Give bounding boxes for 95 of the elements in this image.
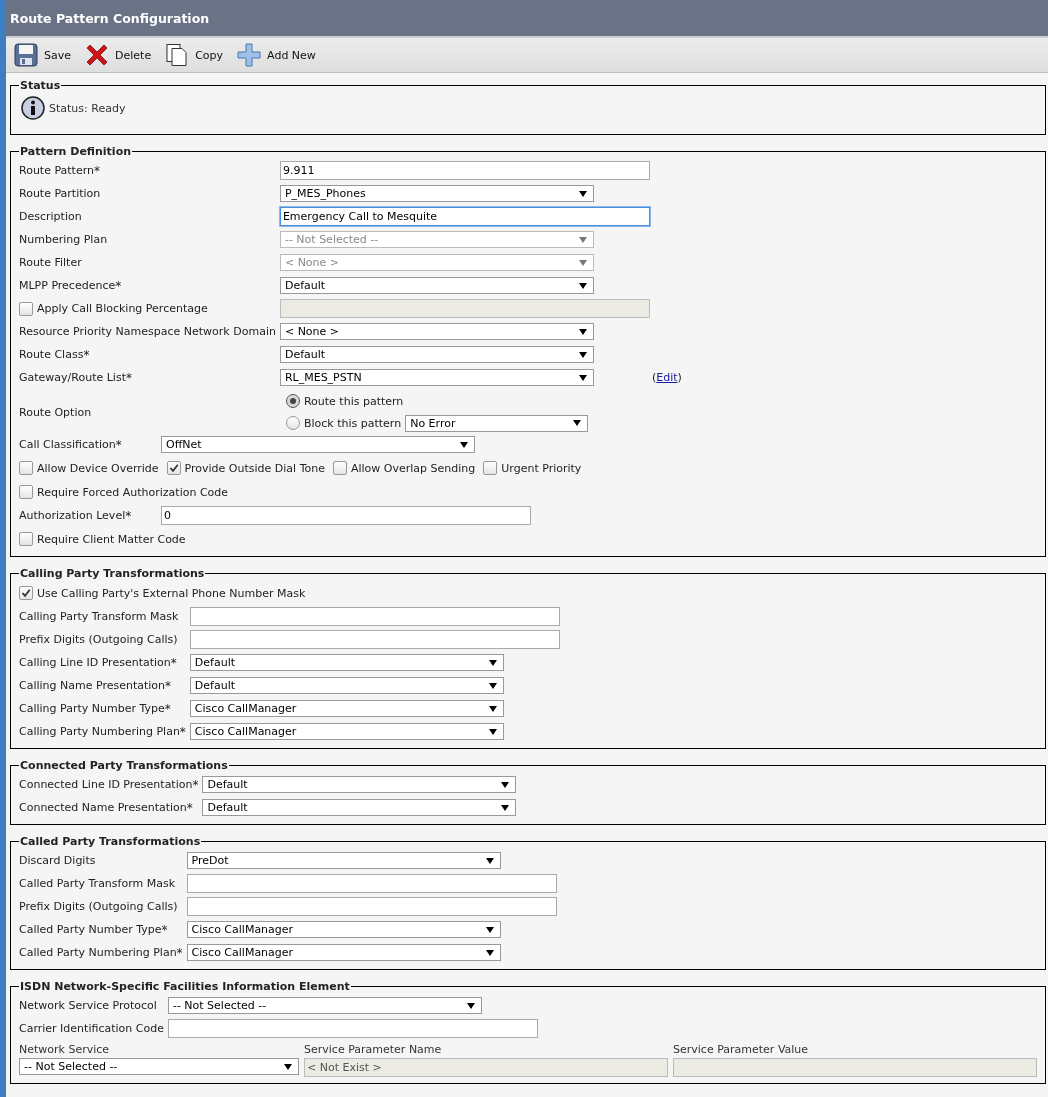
- caret-icon: [578, 282, 587, 289]
- checkbox[interactable]: Require Client Matter Code: [19, 532, 186, 546]
- field-label: Route Filter: [19, 255, 83, 271]
- save-button[interactable]: Save: [12, 41, 73, 69]
- info-icon: [21, 96, 45, 120]
- radio-button[interactable]: [285, 416, 300, 430]
- input-field[interactable]: 0: [161, 506, 531, 525]
- dropdown[interactable]: OffNet: [161, 436, 475, 453]
- dropdown[interactable]: Cisco CallManager: [186, 944, 501, 961]
- paren-text: ): [677, 371, 682, 384]
- caret-icon: [485, 926, 494, 933]
- field-label: Discard Digits: [19, 853, 97, 869]
- section-title: Connected Party Transformations: [19, 759, 229, 772]
- input-field[interactable]: [186, 897, 557, 916]
- field-label: Description: [19, 209, 83, 225]
- input-field[interactable]: Emergency Call to Mesquite: [279, 207, 650, 226]
- caret-icon: [485, 857, 494, 864]
- delete-button[interactable]: Delete: [83, 41, 154, 69]
- edit-link[interactable]: Edit: [656, 371, 678, 384]
- input-field[interactable]: [167, 1019, 538, 1038]
- caret-icon: [578, 259, 587, 266]
- dropdown[interactable]: Cisco CallManager: [189, 700, 504, 717]
- checkbox[interactable]: Allow Overlap Sending: [332, 461, 476, 475]
- section-title: Calling Party Transformations: [19, 567, 206, 580]
- field-label: Route Partition: [19, 186, 102, 202]
- caret-icon: [488, 705, 497, 712]
- section-title: Called Party Transformations: [19, 835, 202, 848]
- dropdown[interactable]: PreDot: [186, 852, 501, 869]
- dropdown[interactable]: No Error: [405, 414, 589, 432]
- copy-pages-icon: [165, 43, 190, 67]
- field-label: Network Service Protocol: [19, 998, 158, 1014]
- field-label: Prefix Digits (Outgoing Calls): [19, 899, 179, 915]
- checkbox[interactable]: Allow Device Override: [19, 461, 159, 475]
- radio-label: Block this pattern: [303, 416, 402, 430]
- radio-button[interactable]: [285, 394, 300, 408]
- checkbox[interactable]: Apply Call Blocking Percentage: [19, 298, 276, 319]
- field-label: Resource Priority Namespace Network Domain: [19, 324, 276, 340]
- plus-icon: [237, 43, 262, 67]
- dropdown[interactable]: Default: [279, 277, 594, 294]
- dropdown[interactable]: Default: [202, 776, 517, 793]
- dropdown[interactable]: Default: [279, 346, 594, 363]
- caret-icon: [284, 1063, 292, 1070]
- input-field[interactable]: 9.911: [279, 161, 650, 180]
- section-title: ISDN Network-Specific Facilities Information Element: [19, 980, 351, 993]
- checkmark-icon: [20, 587, 32, 599]
- dropdown[interactable]: P_MES_Phones: [279, 185, 594, 202]
- add-new-button[interactable]: Add New: [235, 41, 318, 69]
- dropdown[interactable]: Cisco CallManager: [189, 723, 504, 740]
- caret-icon: [578, 351, 587, 358]
- dropdown[interactable]: Default: [189, 654, 504, 671]
- dropdown[interactable]: -- Not Selected --: [19, 1058, 299, 1075]
- dropdown[interactable]: Cisco CallManager: [186, 921, 501, 938]
- section-title: Status: [19, 79, 62, 92]
- dropdown[interactable]: < None >: [279, 323, 594, 340]
- section-title: Pattern Definition: [19, 145, 132, 158]
- dropdown[interactable]: Default: [202, 799, 517, 816]
- column-header: Service Parameter Name: [304, 1043, 443, 1056]
- checkbox[interactable]: Require Forced Authorization Code: [19, 485, 229, 499]
- caret-icon: [578, 374, 587, 381]
- caret-icon: [578, 236, 587, 243]
- input-field[interactable]: [189, 607, 560, 626]
- field-label: Prefix Digits (Outgoing Calls): [19, 632, 179, 648]
- caret-icon: [466, 1002, 475, 1009]
- field-label: Calling Party Transform Mask: [19, 609, 180, 625]
- column-header: Network Service: [19, 1043, 111, 1056]
- caret-icon: [485, 949, 494, 956]
- column-header: Service Parameter Value: [673, 1043, 810, 1056]
- caret-icon: [578, 328, 587, 335]
- window-title: Route Pattern Configuration: [10, 10, 210, 26]
- dropdown[interactable]: RL_MES_PSTN: [279, 369, 594, 386]
- checkbox[interactable]: Provide Outside Dial Tone: [166, 461, 325, 475]
- field-label: Numbering Plan: [19, 232, 109, 248]
- dropdown[interactable]: Default: [189, 677, 504, 694]
- caret-icon: [501, 781, 510, 788]
- caret-icon: [460, 441, 468, 448]
- caret-icon: [488, 659, 497, 666]
- field-label: Carrier Identification Code: [19, 1021, 164, 1037]
- caret-icon: [488, 728, 497, 735]
- status-text: Status: Ready: [49, 101, 126, 115]
- caret-icon: [501, 804, 510, 811]
- caret-icon: [573, 420, 582, 426]
- input-field[interactable]: [186, 874, 557, 893]
- paren-text: (: [651, 371, 657, 384]
- delete-icon: [85, 43, 109, 67]
- checkmark-icon: [167, 462, 180, 474]
- checkbox[interactable]: Use Calling Party's External Phone Number Mask: [19, 586, 306, 600]
- radio-label: Route this pattern: [303, 394, 404, 408]
- dropdown[interactable]: -- Not Selected --: [167, 997, 482, 1014]
- checkbox[interactable]: Urgent Priority: [483, 461, 582, 475]
- input-field[interactable]: [189, 630, 560, 649]
- caret-icon: [578, 190, 587, 197]
- field-label: Called Party Transform Mask: [19, 876, 177, 892]
- field-label: Route Option: [19, 404, 93, 421]
- caret-icon: [488, 682, 497, 689]
- copy-button[interactable]: Copy: [163, 41, 226, 69]
